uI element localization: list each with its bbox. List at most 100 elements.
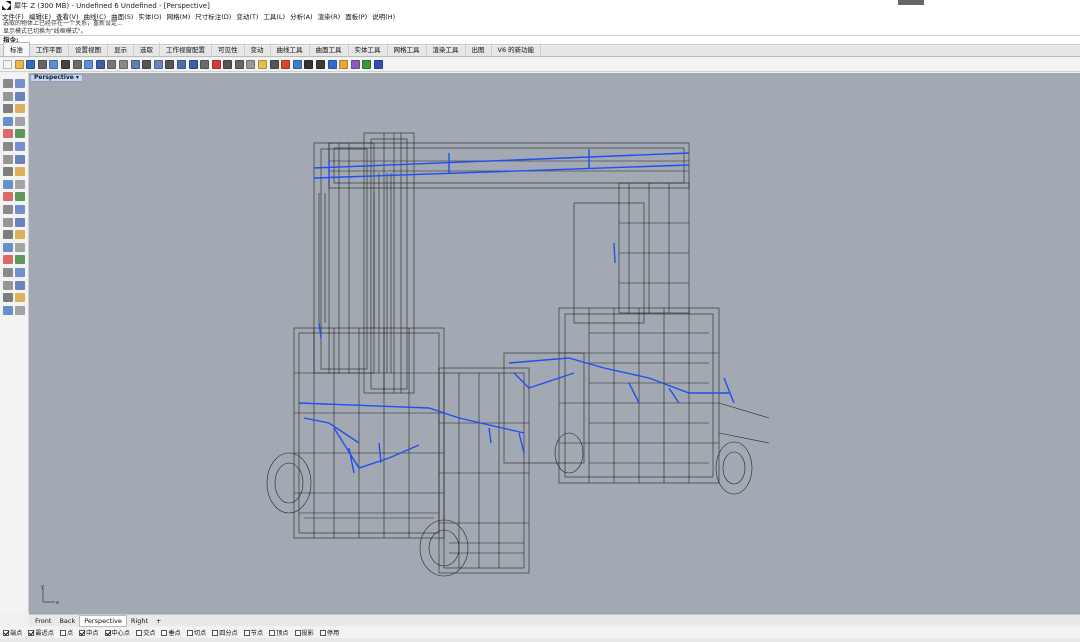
environment-icon[interactable] (327, 60, 337, 69)
osnap-option[interactable]: 交点 (136, 628, 155, 637)
modeling-tool-icon[interactable] (3, 104, 13, 114)
modeling-tool-icon[interactable] (15, 179, 25, 189)
menu-item[interactable]: 曲线(C) (84, 11, 107, 21)
modeling-tool-icon[interactable] (3, 116, 13, 126)
lights-icon[interactable] (258, 60, 268, 69)
perspective-viewport[interactable]: Perspective ▾ x y (29, 73, 1080, 614)
modeling-tool-icon[interactable] (3, 280, 13, 290)
options-icon[interactable] (350, 60, 360, 69)
move-view-icon[interactable] (118, 60, 128, 69)
checkbox[interactable] (28, 629, 35, 636)
toolbar-tab[interactable]: 可见性 (212, 43, 245, 56)
save-icon[interactable] (26, 60, 36, 69)
menu-item[interactable]: 渲染(R) (318, 11, 341, 21)
shade-icon[interactable] (292, 60, 302, 69)
modeling-tool-icon[interactable] (15, 129, 25, 139)
toolbar-tab[interactable]: 出图 (466, 43, 492, 56)
four-views-icon[interactable] (200, 60, 210, 69)
checkbox[interactable] (161, 629, 168, 636)
modeling-tool-icon[interactable] (15, 293, 25, 303)
checkbox[interactable] (136, 629, 143, 636)
zoom-window-icon[interactable] (153, 60, 163, 69)
toolbar-tab[interactable]: 显示 (108, 43, 134, 56)
modeling-tool-icon[interactable] (3, 79, 13, 88)
menu-item[interactable]: 文件(F) (2, 11, 24, 21)
add-viewport-icon[interactable]: + (152, 616, 165, 626)
checkbox[interactable] (79, 629, 86, 636)
modeling-tool-icon[interactable] (15, 79, 25, 88)
pan-icon[interactable] (107, 60, 117, 69)
modeling-tool-icon[interactable] (3, 142, 13, 151)
undo-view-icon[interactable] (188, 60, 198, 69)
menu-item[interactable]: 查看(V) (56, 11, 79, 21)
modeling-tool-icon[interactable] (3, 205, 13, 214)
filter-icon[interactable] (362, 60, 372, 69)
modeling-tool-icon[interactable] (3, 255, 13, 265)
viewport-tab[interactable]: Right (127, 616, 152, 626)
osnap-option[interactable]: 中点 (79, 628, 99, 637)
material-icon[interactable] (316, 60, 326, 69)
select-color-icon[interactable] (281, 60, 291, 69)
checkbox[interactable] (104, 629, 111, 636)
toolbar-tab[interactable]: 实体工具 (349, 43, 388, 56)
point-on-icon[interactable] (269, 60, 279, 69)
toolbar-tab[interactable]: 设置视图 (69, 43, 108, 56)
modeling-tool-icon[interactable] (15, 268, 25, 277)
render-icon[interactable] (304, 60, 314, 69)
osnap-option[interactable]: 切点 (186, 628, 206, 637)
modeling-tool-icon[interactable] (3, 192, 13, 202)
toolbar-tab[interactable]: 工作平面 (30, 43, 69, 56)
osnap-option[interactable]: 中心点 (104, 628, 130, 637)
toolbar-tab[interactable]: 网格工具 (388, 43, 427, 56)
osnap-option[interactable]: 点 (59, 628, 73, 637)
copy-icon[interactable] (72, 60, 82, 69)
viewport-title[interactable]: Perspective ▾ (30, 74, 83, 82)
new-icon[interactable] (3, 60, 12, 69)
cplane-icon[interactable] (211, 60, 221, 69)
menu-item[interactable]: 工具(L) (263, 11, 285, 21)
toolbar-tab[interactable]: V6 的新功能 (492, 43, 542, 56)
osnap-option[interactable]: 投影 (294, 628, 314, 637)
viewport-tab[interactable]: Front (31, 616, 55, 626)
modeling-tool-icon[interactable] (3, 167, 13, 177)
modeling-tool-icon[interactable] (15, 167, 25, 177)
print-icon[interactable] (37, 60, 47, 69)
help-icon[interactable] (374, 60, 383, 69)
modeling-tool-icon[interactable] (3, 154, 13, 164)
toolbar-tab[interactable]: 选取 (134, 43, 160, 56)
zoom-extents-icon[interactable] (165, 60, 175, 69)
menu-item[interactable]: 网格(M) (167, 11, 191, 21)
osnap-option[interactable]: 垂点 (161, 628, 181, 637)
modeling-tool-icon[interactable] (3, 91, 13, 101)
modeling-tool-icon[interactable] (3, 217, 13, 227)
modeling-tool-icon[interactable] (15, 116, 25, 126)
toolbar-tab[interactable]: 曲线工具 (271, 43, 310, 56)
viewport-tab[interactable]: Perspective (79, 614, 127, 627)
cut-icon[interactable] (60, 60, 70, 69)
menu-item[interactable]: 分析(A) (290, 11, 313, 21)
modeling-tool-icon[interactable] (15, 142, 25, 151)
modeling-tool-icon[interactable] (15, 255, 25, 265)
open-icon[interactable] (14, 60, 24, 69)
viewport-tab[interactable]: Back (55, 616, 79, 626)
modeling-tool-icon[interactable] (15, 217, 25, 227)
layer-icon[interactable] (234, 60, 244, 69)
checkbox[interactable] (294, 629, 301, 636)
menu-item[interactable]: 面板(P) (345, 11, 367, 21)
modeling-tool-icon[interactable] (3, 268, 13, 277)
osnap-option[interactable]: 四分点 (212, 628, 238, 637)
menu-item[interactable]: 实体(O) (138, 11, 161, 21)
osnap-option[interactable]: 停用 (319, 628, 339, 637)
toolbar-tab[interactable]: 曲面工具 (310, 43, 349, 56)
modeling-tool-icon[interactable] (3, 305, 13, 315)
menu-item[interactable]: 说明(H) (372, 11, 395, 21)
modeling-tool-icon[interactable] (15, 305, 25, 315)
modeling-tool-icon[interactable] (3, 129, 13, 139)
modeling-tool-icon[interactable] (15, 205, 25, 214)
toolbar-tab[interactable]: 工作视窗配置 (160, 43, 212, 56)
menu-item[interactable]: 变动(T) (236, 11, 258, 21)
checkbox[interactable] (186, 629, 193, 636)
checkbox[interactable] (212, 629, 219, 636)
rotate-view-icon[interactable] (130, 60, 140, 69)
properties-icon[interactable] (246, 60, 256, 69)
